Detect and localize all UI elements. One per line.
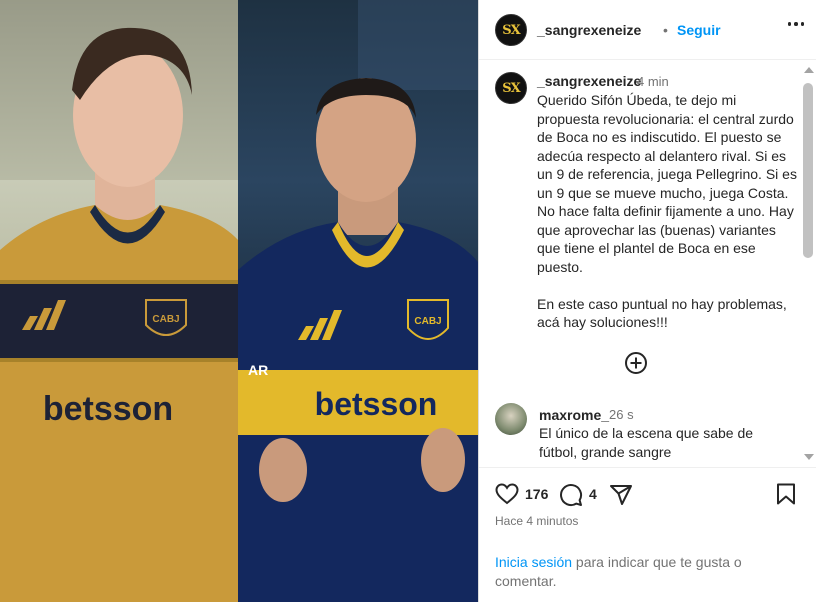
likes-count[interactable]: 176 [525, 486, 548, 502]
login-prompt: Inicia sesión para indicar que te gusta … [495, 553, 795, 591]
more-options-icon[interactable] [787, 22, 804, 26]
caption-username[interactable]: _sangrexeneize [537, 73, 641, 89]
comment-username[interactable]: maxrome_ [539, 407, 609, 423]
right-shirt-number-text: AR [248, 362, 268, 378]
left-crest-text: CABJ [152, 314, 179, 325]
caption-avatar-text: SX [502, 80, 521, 96]
comments-section[interactable]: SX _sangrexeneize 4 min Querido Sifón Úb… [479, 61, 816, 468]
save-bookmark-icon[interactable] [776, 483, 796, 505]
author-username[interactable]: _sangrexeneize [537, 22, 641, 38]
right-sponsor-text: betsson [315, 386, 438, 422]
comments-count[interactable]: 4 [589, 486, 597, 502]
post-header: SX _sangrexeneize • Seguir [479, 0, 816, 60]
share-paper-plane-icon[interactable] [609, 483, 633, 507]
right-player-photo: CABJ betsson AR [238, 0, 478, 602]
author-avatar-text: SX [502, 22, 521, 38]
right-crest-text: CABJ [414, 316, 441, 327]
post-timestamp: Hace 4 minutos [495, 514, 579, 528]
post-actions: 176 4 [479, 470, 816, 514]
caption-author-avatar[interactable]: SX [495, 72, 527, 104]
follow-button[interactable]: Seguir [677, 22, 721, 38]
like-heart-icon[interactable] [495, 483, 519, 505]
left-sponsor-text: betsson [43, 390, 173, 428]
left-player-photo: CABJ betsson [0, 0, 238, 602]
separator-dot: • [663, 22, 668, 38]
scroll-up-arrow-icon[interactable] [804, 67, 814, 73]
load-more-comments-icon[interactable] [624, 351, 648, 375]
scroll-thumb[interactable] [803, 83, 813, 258]
scroll-down-arrow-icon[interactable] [804, 454, 814, 460]
post-side-panel: SX _sangrexeneize • Seguir SX _sangrexen… [478, 0, 816, 602]
author-avatar[interactable]: SX [495, 14, 527, 46]
comment-time: 26 s [609, 407, 634, 422]
comments-scrollbar[interactable] [801, 61, 815, 467]
comment-text: El único de la escena que sabe de fútbol… [539, 425, 754, 460]
login-link[interactable]: Inicia sesión [495, 554, 572, 570]
post-image[interactable]: CABJ betsson CABJ betsson AR [0, 0, 478, 602]
caption-time: 4 min [637, 74, 669, 89]
caption-text: Querido Sifón Úbeda, te dejo mi propuest… [537, 92, 797, 330]
comment-bubble-icon[interactable] [559, 483, 583, 507]
commenter-avatar[interactable] [495, 403, 527, 435]
